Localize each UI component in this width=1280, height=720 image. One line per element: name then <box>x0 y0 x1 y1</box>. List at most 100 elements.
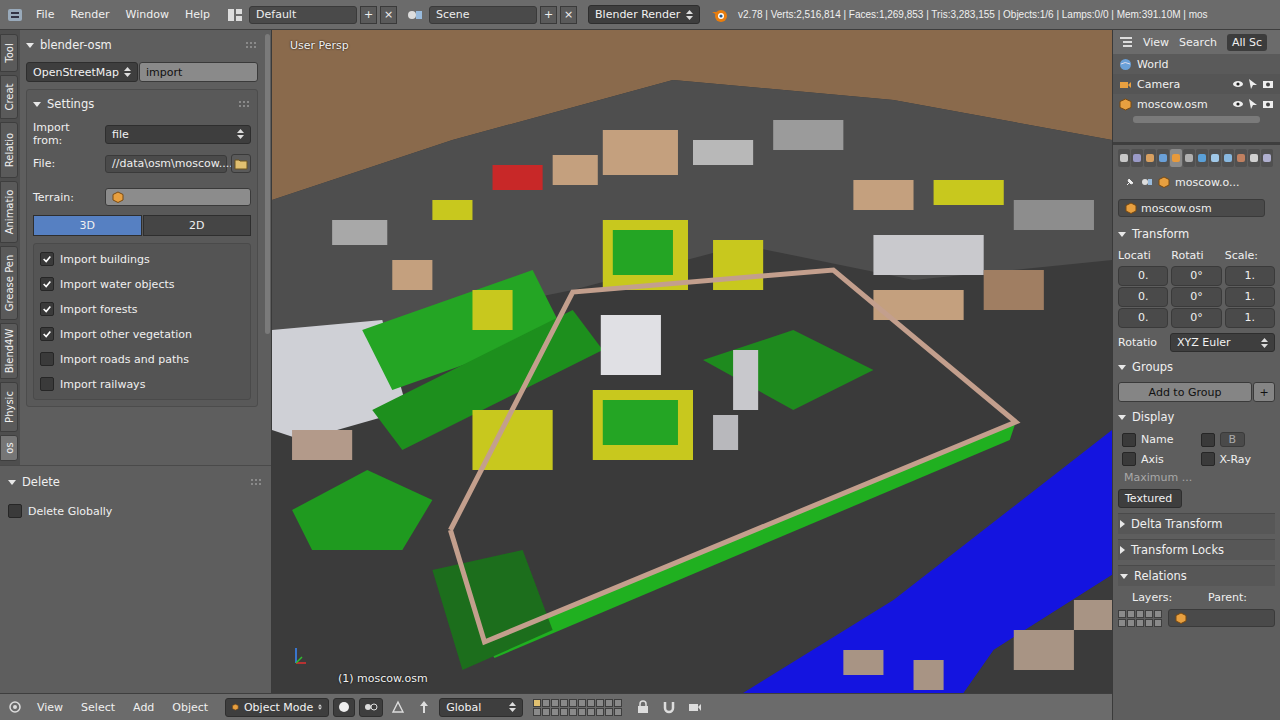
layer-button[interactable] <box>1127 610 1135 618</box>
object-name-field[interactable]: moscow.osm <box>1118 199 1265 217</box>
orientation-dropdown[interactable]: Global <box>439 698 523 717</box>
expand-triangle-icon[interactable] <box>8 480 16 485</box>
checkbox[interactable] <box>40 277 54 291</box>
layer-button[interactable] <box>1136 619 1144 627</box>
menu-item[interactable]: View <box>30 699 70 716</box>
panel-header[interactable]: Settings <box>33 94 251 114</box>
menu-item[interactable]: View <box>1139 34 1173 51</box>
shading-dropdown[interactable] <box>333 698 355 717</box>
scene-button[interactable] <box>404 5 426 25</box>
mode-dropdown[interactable]: Object Mode <box>225 698 329 717</box>
scene-button[interactable]: × <box>560 6 577 24</box>
panel-header[interactable]: Relations <box>1118 565 1275 586</box>
tool-shelf-tab[interactable]: Physic <box>0 382 18 432</box>
tool-shelf-tab[interactable]: Relatio <box>0 122 18 178</box>
outliner-item[interactable]: World <box>1113 54 1280 74</box>
tool-shelf-tab[interactable]: Animatio <box>0 181 18 243</box>
layer-button[interactable] <box>551 699 559 707</box>
outliner-item[interactable]: moscow.osm <box>1113 94 1280 114</box>
checkbox[interactable] <box>1122 452 1136 466</box>
layer-button[interactable] <box>587 708 595 716</box>
layer-button[interactable] <box>605 699 613 707</box>
layout-field[interactable]: Default <box>249 6 357 24</box>
tool-shelf-tab[interactable]: Blend4W <box>0 323 18 379</box>
layer-button[interactable] <box>614 708 622 716</box>
layer-button[interactable] <box>1145 610 1153 618</box>
display-option[interactable]: X-Ray <box>1201 452 1276 466</box>
context-tab[interactable] <box>1144 149 1156 167</box>
layout-button[interactable]: × <box>380 6 397 24</box>
checkbox[interactable] <box>8 504 22 518</box>
layer-button[interactable] <box>1154 619 1162 627</box>
number-field[interactable]: 1. <box>1225 308 1275 328</box>
menu-item[interactable]: File <box>29 6 61 23</box>
context-tab[interactable] <box>1235 149 1247 167</box>
bounds-field[interactable]: B <box>1220 432 1246 447</box>
number-field[interactable]: 0° <box>1171 287 1221 307</box>
pin-icon[interactable] <box>1124 176 1136 188</box>
import-option[interactable]: Import forests <box>40 302 244 316</box>
new-group-button[interactable]: + <box>1253 382 1275 402</box>
cursor-icon[interactable] <box>1248 78 1258 90</box>
eye-icon[interactable] <box>1232 99 1244 109</box>
panel-header[interactable]: blender-osm <box>26 35 258 55</box>
layer-button[interactable] <box>542 699 550 707</box>
number-field[interactable]: 0° <box>1171 308 1221 328</box>
checkbox[interactable] <box>1201 433 1215 447</box>
layer-button[interactable] <box>587 699 595 707</box>
import-from-dropdown[interactable]: file <box>105 125 251 144</box>
mode-option[interactable]: 2D <box>143 215 252 236</box>
context-tab[interactable] <box>1209 149 1221 167</box>
layer-button[interactable] <box>569 699 577 707</box>
layer-button[interactable] <box>560 699 568 707</box>
layer-button[interactable] <box>1118 610 1126 618</box>
file-browse-button[interactable] <box>231 154 251 173</box>
expand-triangle-icon[interactable] <box>26 43 34 48</box>
layer-button[interactable] <box>1145 619 1153 627</box>
panel-header[interactable]: Delete <box>8 472 263 492</box>
scene-field[interactable]: Scene <box>429 6 537 24</box>
expand-triangle-icon[interactable] <box>1118 232 1126 237</box>
menu-item[interactable]: Window <box>119 6 176 23</box>
number-field[interactable]: 1. <box>1225 266 1275 286</box>
layer-button[interactable] <box>1136 610 1144 618</box>
layer-button[interactable] <box>551 708 559 716</box>
context-tab[interactable] <box>1118 149 1130 167</box>
parent-field[interactable] <box>1168 609 1275 627</box>
number-field[interactable]: 0° <box>1171 266 1221 286</box>
layer-button[interactable] <box>1127 619 1135 627</box>
terrain-field[interactable] <box>105 188 251 206</box>
grip-icon[interactable] <box>251 479 263 485</box>
layer-button[interactable] <box>1154 610 1162 618</box>
number-field[interactable]: 1. <box>1225 287 1275 307</box>
panel-header[interactable]: Transform Locks <box>1118 539 1275 560</box>
checkbox[interactable] <box>40 252 54 266</box>
menu-item[interactable]: Select <box>74 699 122 716</box>
scrollbar[interactable] <box>264 30 271 465</box>
import-option[interactable]: Import other vegetation <box>40 327 244 341</box>
import-option[interactable]: Import railways <box>40 377 244 391</box>
layer-button[interactable] <box>578 708 586 716</box>
panel-header[interactable]: Delta Transform <box>1118 513 1275 534</box>
outliner-item[interactable]: Camera <box>1113 74 1280 94</box>
delete-option[interactable]: Delete Globally <box>8 504 263 518</box>
context-tab[interactable] <box>1222 149 1234 167</box>
panel-header[interactable]: Groups <box>1118 357 1275 377</box>
checkbox[interactable] <box>40 377 54 391</box>
render-icon[interactable] <box>1262 99 1274 109</box>
menu-item[interactable]: Search <box>1175 34 1221 51</box>
import-option[interactable]: Import water objects <box>40 277 244 291</box>
layer-button[interactable] <box>569 708 577 716</box>
editor-type-button[interactable] <box>4 697 26 717</box>
menu-item[interactable]: Object <box>165 699 215 716</box>
layer-button[interactable] <box>533 708 541 716</box>
layer-button[interactable] <box>596 708 604 716</box>
display-option[interactable]: Axis <box>1122 452 1197 466</box>
import-option[interactable]: Import roads and paths <box>40 352 244 366</box>
expand-triangle-icon[interactable] <box>1118 365 1126 370</box>
context-tab[interactable] <box>1131 149 1143 167</box>
checkbox[interactable] <box>40 327 54 341</box>
context-tab[interactable] <box>1196 149 1208 167</box>
display-option[interactable]: Name <box>1122 432 1197 447</box>
context-tab[interactable] <box>1261 149 1273 167</box>
